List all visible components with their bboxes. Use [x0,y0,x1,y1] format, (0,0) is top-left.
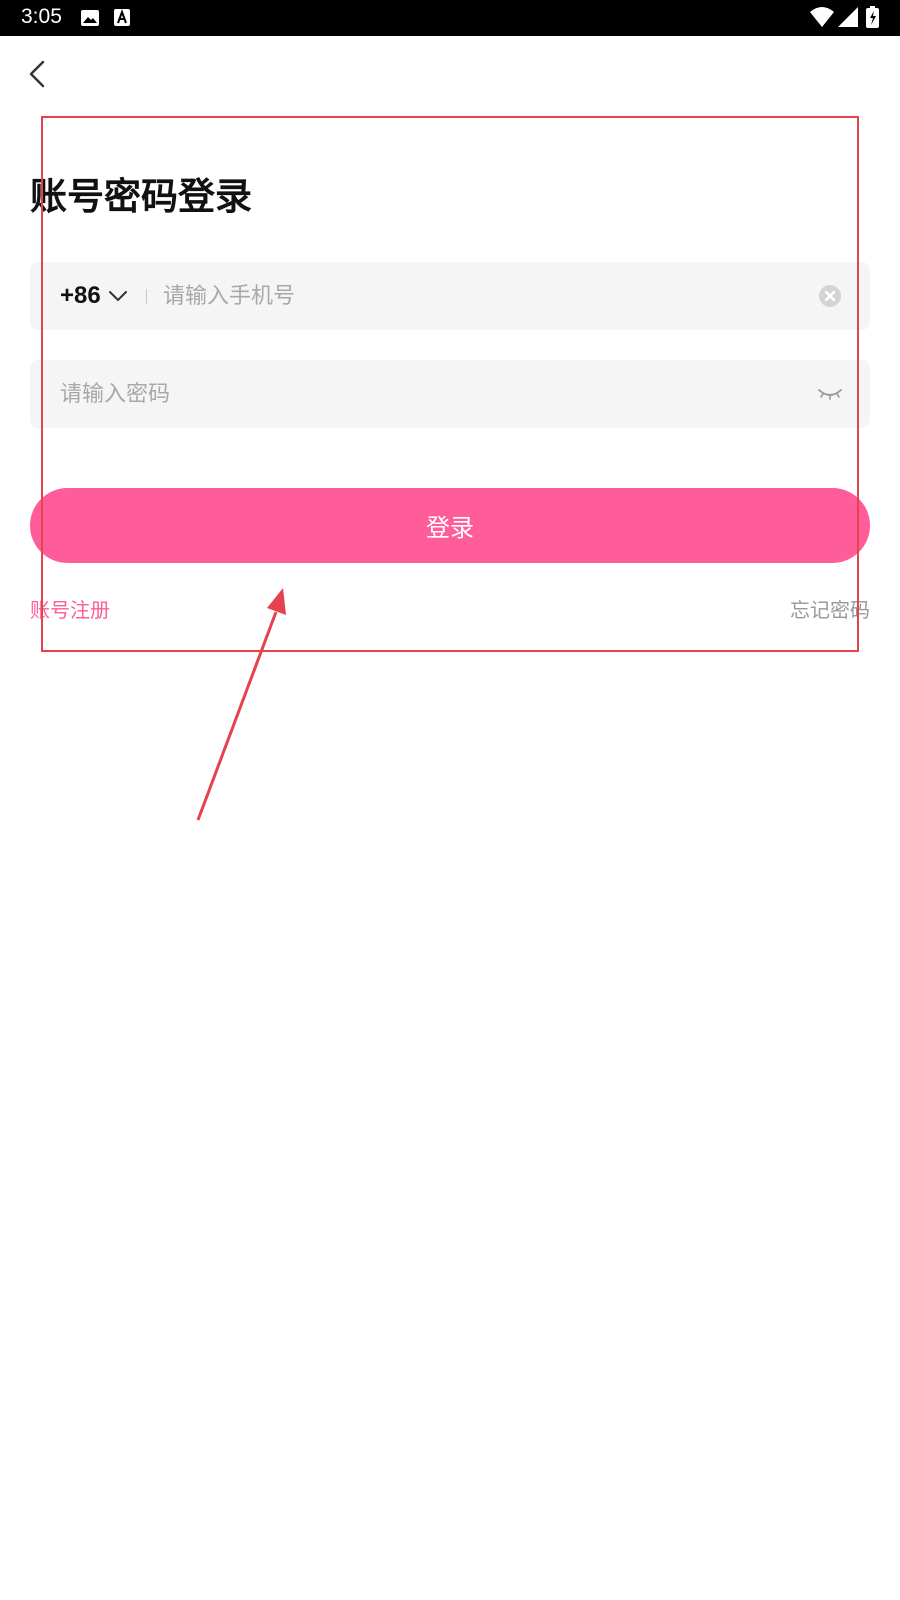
battery-charging-icon [866,6,879,32]
page-title: 账号密码登录 [30,175,252,218]
forgot-password-link[interactable]: 忘记密码 [790,594,870,623]
back-button[interactable] [22,54,56,92]
password-field [30,360,870,428]
country-code: +86 [60,282,101,309]
phone-input[interactable] [163,274,783,318]
chevron-left-icon [29,60,45,88]
password-input[interactable] [60,372,780,416]
clear-icon[interactable] [818,284,842,308]
eye-closed-icon[interactable] [816,384,844,404]
annotation-arrow [196,588,286,821]
register-link[interactable]: 账号注册 [30,594,110,623]
signal-icon [838,7,858,31]
wifi-icon [810,7,834,31]
image-icon [80,8,100,32]
country-code-selector[interactable]: +86 [60,280,127,312]
status-bar: 3:05 [0,0,900,36]
a-letter-icon [114,8,130,32]
field-divider [146,289,147,304]
chevron-down-icon [108,287,127,306]
phone-field: +86 [30,262,870,330]
login-button[interactable]: 登录 [30,488,870,563]
status-time: 3:05 [21,5,62,28]
